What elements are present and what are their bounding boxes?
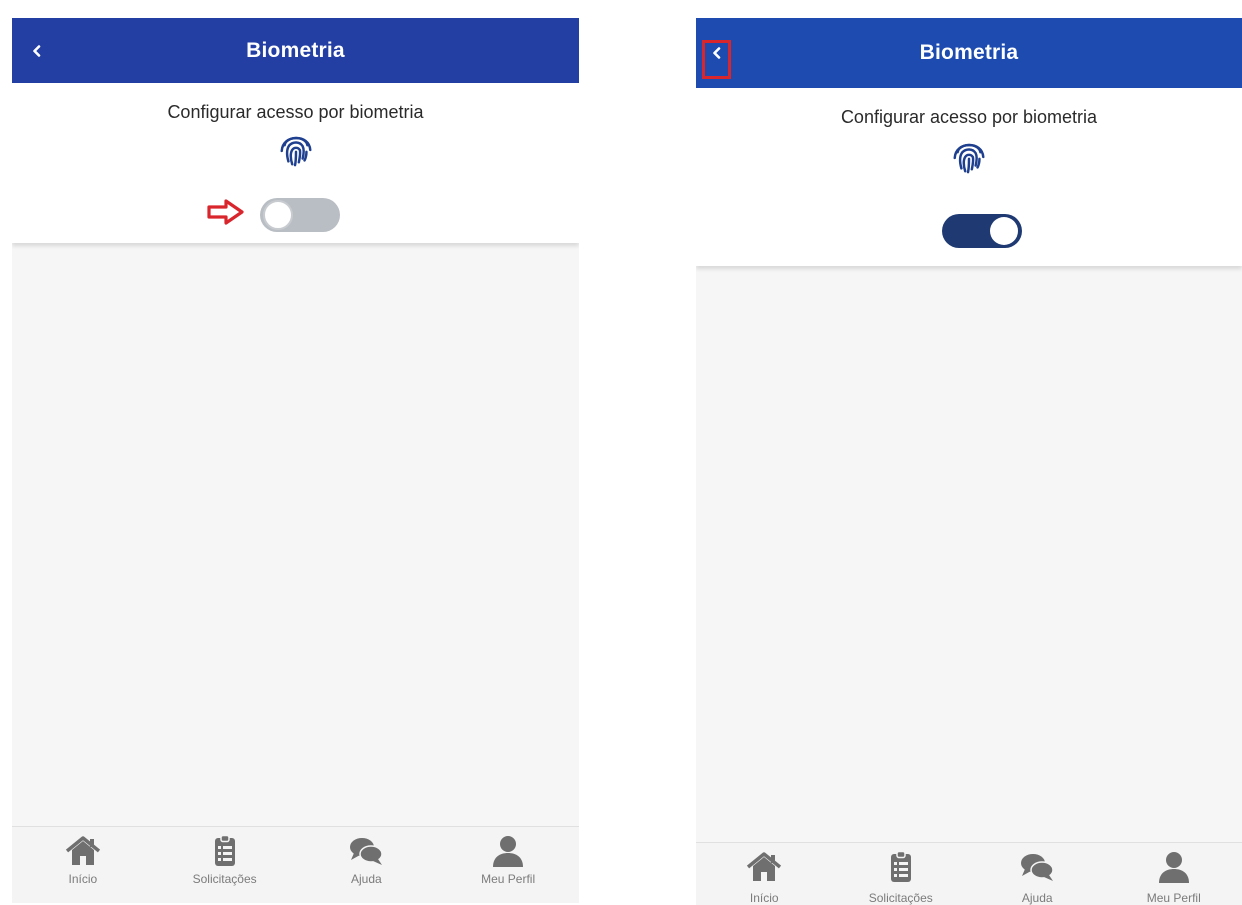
nav-label-meu-perfil: Meu Perfil <box>481 872 536 886</box>
phone-screen-after: Biometria Configurar acesso por biometri… <box>696 18 1242 905</box>
nav-item-ajuda[interactable]: Ajuda <box>969 843 1106 905</box>
bottom-navigation: Início Solicitações Ajuda Meu Perfil <box>696 842 1242 905</box>
nav-label-ajuda: Ajuda <box>1021 891 1053 905</box>
nav-label-meu-perfil: Meu Perfil <box>1146 891 1201 905</box>
app-bar: Biometria <box>696 18 1242 88</box>
settings-title: Configurar acesso por biometria <box>167 102 424 122</box>
home-icon <box>747 852 782 881</box>
nav-label-inicio: Início <box>749 891 779 905</box>
fingerprint-icon <box>280 136 311 167</box>
clipboard-list-icon <box>214 835 235 866</box>
fingerprint-icon <box>953 143 985 174</box>
page-title: Biometria <box>919 41 1019 64</box>
toggle-knob <box>990 217 1018 245</box>
user-icon <box>493 836 524 867</box>
nav-item-inicio[interactable]: Início <box>696 843 833 905</box>
nav-label-inicio: Início <box>68 872 98 886</box>
biometric-toggle[interactable] <box>942 214 1022 248</box>
chat-bubbles-icon <box>350 838 384 865</box>
nav-item-ajuda[interactable]: Ajuda <box>296 827 438 903</box>
back-button-highlight <box>702 40 731 79</box>
biometrics-settings-card: Configurar acesso por biometria <box>696 88 1242 266</box>
bottom-navigation: Início Solicitações Ajuda Meu Perfil <box>12 826 579 903</box>
nav-item-solicitacoes[interactable]: Solicitações <box>154 827 296 903</box>
clipboard-list-icon <box>890 851 911 882</box>
nav-label-ajuda: Ajuda <box>351 872 382 886</box>
chevron-left-icon <box>33 44 41 57</box>
nav-item-meu-perfil[interactable]: Meu Perfil <box>437 827 579 903</box>
nav-item-solicitacoes[interactable]: Solicitações <box>833 843 970 905</box>
settings-title: Configurar acesso por biometria <box>840 107 1098 127</box>
toggle-knob <box>263 200 293 230</box>
biometric-toggle[interactable] <box>260 198 340 232</box>
nav-label-solicitacoes: Solicitações <box>192 872 257 886</box>
app-bar: Biometria <box>12 18 579 83</box>
user-icon <box>1158 852 1189 883</box>
arrow-right-icon <box>207 199 244 225</box>
back-button[interactable] <box>22 18 52 83</box>
phone-screen-before: Biometria Configurar acesso por biometri… <box>12 18 579 903</box>
biometrics-settings-card: Configurar acesso por biometria <box>12 83 579 243</box>
chat-bubbles-icon <box>1021 854 1054 881</box>
nav-label-solicitacoes: Solicitações <box>868 891 933 905</box>
nav-item-meu-perfil[interactable]: Meu Perfil <box>1106 843 1242 905</box>
home-icon <box>65 836 100 865</box>
page-title: Biometria <box>246 38 345 62</box>
nav-item-inicio[interactable]: Início <box>12 827 154 903</box>
